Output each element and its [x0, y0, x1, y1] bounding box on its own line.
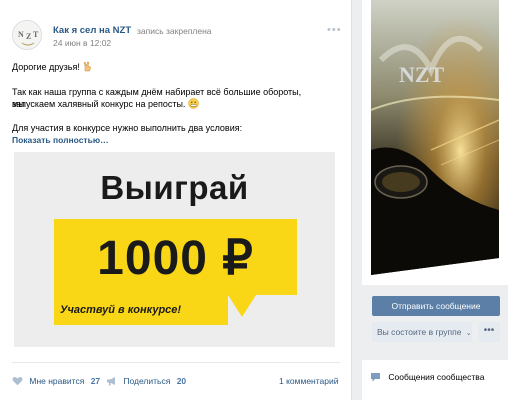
- like-count: 27: [90, 376, 101, 386]
- share-label: Поделиться: [123, 376, 171, 386]
- chevron-down-icon: ⌄: [465, 330, 472, 337]
- cover-card: NZT Отправить сообщение Вы состоите в гр…: [362, 0, 508, 342]
- svg-text:Z: Z: [26, 32, 31, 41]
- post-date-link[interactable]: 24 июн в 12:02: [53, 38, 111, 48]
- post-image[interactable]: Выиграй 1000 ₽ Участвуй в конкурсе!: [14, 152, 335, 347]
- megaphone-icon: [106, 376, 117, 388]
- post-more-icon[interactable]: •••: [327, 24, 342, 36]
- community-cover-image[interactable]: NZT: [370, 0, 500, 275]
- greeting-text: Дорогие друзья!: [12, 62, 80, 72]
- cover-logo-text: NZT: [399, 62, 445, 87]
- promo-subtitle: Участвуй в конкурсе!: [60, 304, 182, 316]
- chat-bubble-icon: [370, 372, 381, 384]
- membership-label: Вы состоите в группе: [377, 327, 462, 337]
- promo-title: Выиграй: [100, 169, 249, 206]
- membership-dropdown[interactable]: Вы состоите в группе ⌄: [372, 322, 472, 342]
- like-label: Мне нравится: [29, 376, 85, 386]
- svg-text:N: N: [18, 30, 24, 39]
- community-messages-label: Сообщения сообщества: [388, 372, 485, 382]
- post-text-line-2-text: запускаем халявный конкурс на репосты.: [12, 99, 186, 109]
- like-button[interactable]: Мне нравится 27: [12, 376, 100, 388]
- post-text-line-2: запускаем халявный конкурс на репосты.: [12, 98, 312, 112]
- more-actions-button[interactable]: •••: [478, 322, 500, 342]
- promo-amount-box: 1000 ₽: [54, 219, 297, 317]
- heart-icon: [12, 376, 23, 388]
- community-messages-link[interactable]: Сообщения сообщества: [370, 372, 484, 384]
- post-footer-divider: [12, 362, 340, 363]
- community-messages-card: Сообщения сообщества: [362, 360, 508, 400]
- community-avatar[interactable]: N Z T: [12, 20, 42, 50]
- show-more-link[interactable]: Показать полностью…: [12, 135, 109, 145]
- comments-link[interactable]: 1 комментарий: [279, 376, 339, 386]
- grimace-emoji-icon: [188, 98, 199, 112]
- pinned-label: запись закреплена: [137, 26, 212, 36]
- wall-post: N Z T Как я сел на NZT запись закреплена…: [0, 0, 352, 400]
- promo-amount: 1000 ₽: [97, 232, 254, 285]
- share-count: 20: [176, 376, 187, 386]
- post-text-conditions: Для участия в конкурсе нужно выполнить д…: [12, 123, 243, 133]
- send-message-button[interactable]: Отправить сообщение: [372, 296, 500, 316]
- svg-text:T: T: [33, 30, 39, 39]
- share-button[interactable]: Поделиться 20: [106, 376, 186, 388]
- post-author-link[interactable]: Как я сел на NZT: [53, 25, 131, 36]
- victory-hand-emoji-icon: [82, 61, 93, 75]
- promo-subtitle-box: Участвуй в конкурсе!: [54, 295, 228, 325]
- post-text-greeting: Дорогие друзья!: [12, 61, 312, 75]
